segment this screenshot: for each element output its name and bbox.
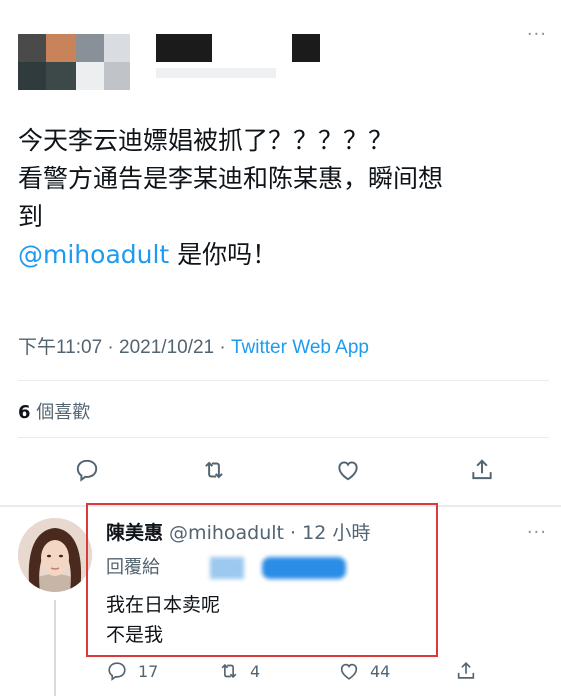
- reply-action-bar: 17 4 44: [0, 660, 561, 690]
- like-count: 44: [370, 661, 391, 681]
- share-icon[interactable]: [467, 455, 497, 485]
- tweet-text-line: 到: [18, 202, 44, 231]
- reply-icon[interactable]: [72, 455, 102, 485]
- mention-link[interactable]: @mihoadult: [18, 240, 169, 269]
- divider: [18, 437, 549, 438]
- tweet-source-app[interactable]: Twitter Web App: [231, 337, 369, 358]
- like-icon: [340, 663, 358, 680]
- redacted-avatar-block: [46, 62, 76, 90]
- tweet-author-header: ···: [0, 0, 561, 100]
- reply-reply-button[interactable]: 17: [106, 660, 158, 682]
- redacted-avatar-block: [18, 62, 46, 90]
- redacted-avatar-block: [76, 34, 104, 62]
- like-icon[interactable]: [333, 455, 363, 485]
- retweet-icon[interactable]: [199, 455, 229, 485]
- reply-like-button[interactable]: 44: [338, 660, 390, 682]
- tweet-text-suffix: 是你吗！: [169, 240, 278, 269]
- like-count-number: 6: [18, 402, 31, 423]
- retweet-icon: [221, 663, 237, 679]
- reply-count: 17: [138, 661, 159, 681]
- redacted-avatar-block: [104, 62, 130, 90]
- redacted-handle-block: [156, 68, 276, 78]
- tweet-meta: 下午11:07 · 2021/10/21 · Twitter Web App: [18, 332, 369, 359]
- redacted-avatar-block: [18, 34, 46, 62]
- tweet-text-line: 看警方通告是李某迪和陈某惠，瞬间想: [18, 164, 444, 193]
- avatar[interactable]: [18, 518, 92, 592]
- tweet-text: 今天李云迪嫖娼被抓了？？？？？ 看警方通告是李某迪和陈某惠，瞬间想 到 @mih…: [18, 122, 553, 274]
- likes-count[interactable]: 6 個喜歡: [18, 398, 90, 424]
- tweet-text-line: @mihoadult 是你吗！: [18, 236, 553, 274]
- tweet-timestamp[interactable]: 下午11:07 · 2021/10/21 ·: [18, 337, 231, 358]
- redacted-avatar-block: [104, 34, 130, 62]
- redacted-name-block: [156, 34, 212, 62]
- reply-share-button[interactable]: [455, 660, 477, 682]
- more-icon[interactable]: ···: [527, 522, 547, 543]
- divider: [18, 380, 549, 381]
- like-count-label: 個喜歡: [30, 402, 91, 423]
- redacted-name-block: [292, 34, 320, 62]
- tweet-text-line: 今天李云迪嫖娼被抓了？？？？？: [18, 126, 394, 155]
- retweet-count: 4: [250, 661, 261, 681]
- redacted-avatar-block: [76, 62, 104, 90]
- reply-icon: [108, 662, 126, 681]
- tweet-action-bar: [0, 455, 561, 489]
- redacted-avatar-block: [46, 34, 76, 62]
- share-icon: [457, 662, 475, 679]
- highlight-annotation-box: [86, 503, 438, 657]
- more-icon[interactable]: ···: [527, 26, 547, 44]
- reply-retweet-button[interactable]: 4: [218, 660, 260, 682]
